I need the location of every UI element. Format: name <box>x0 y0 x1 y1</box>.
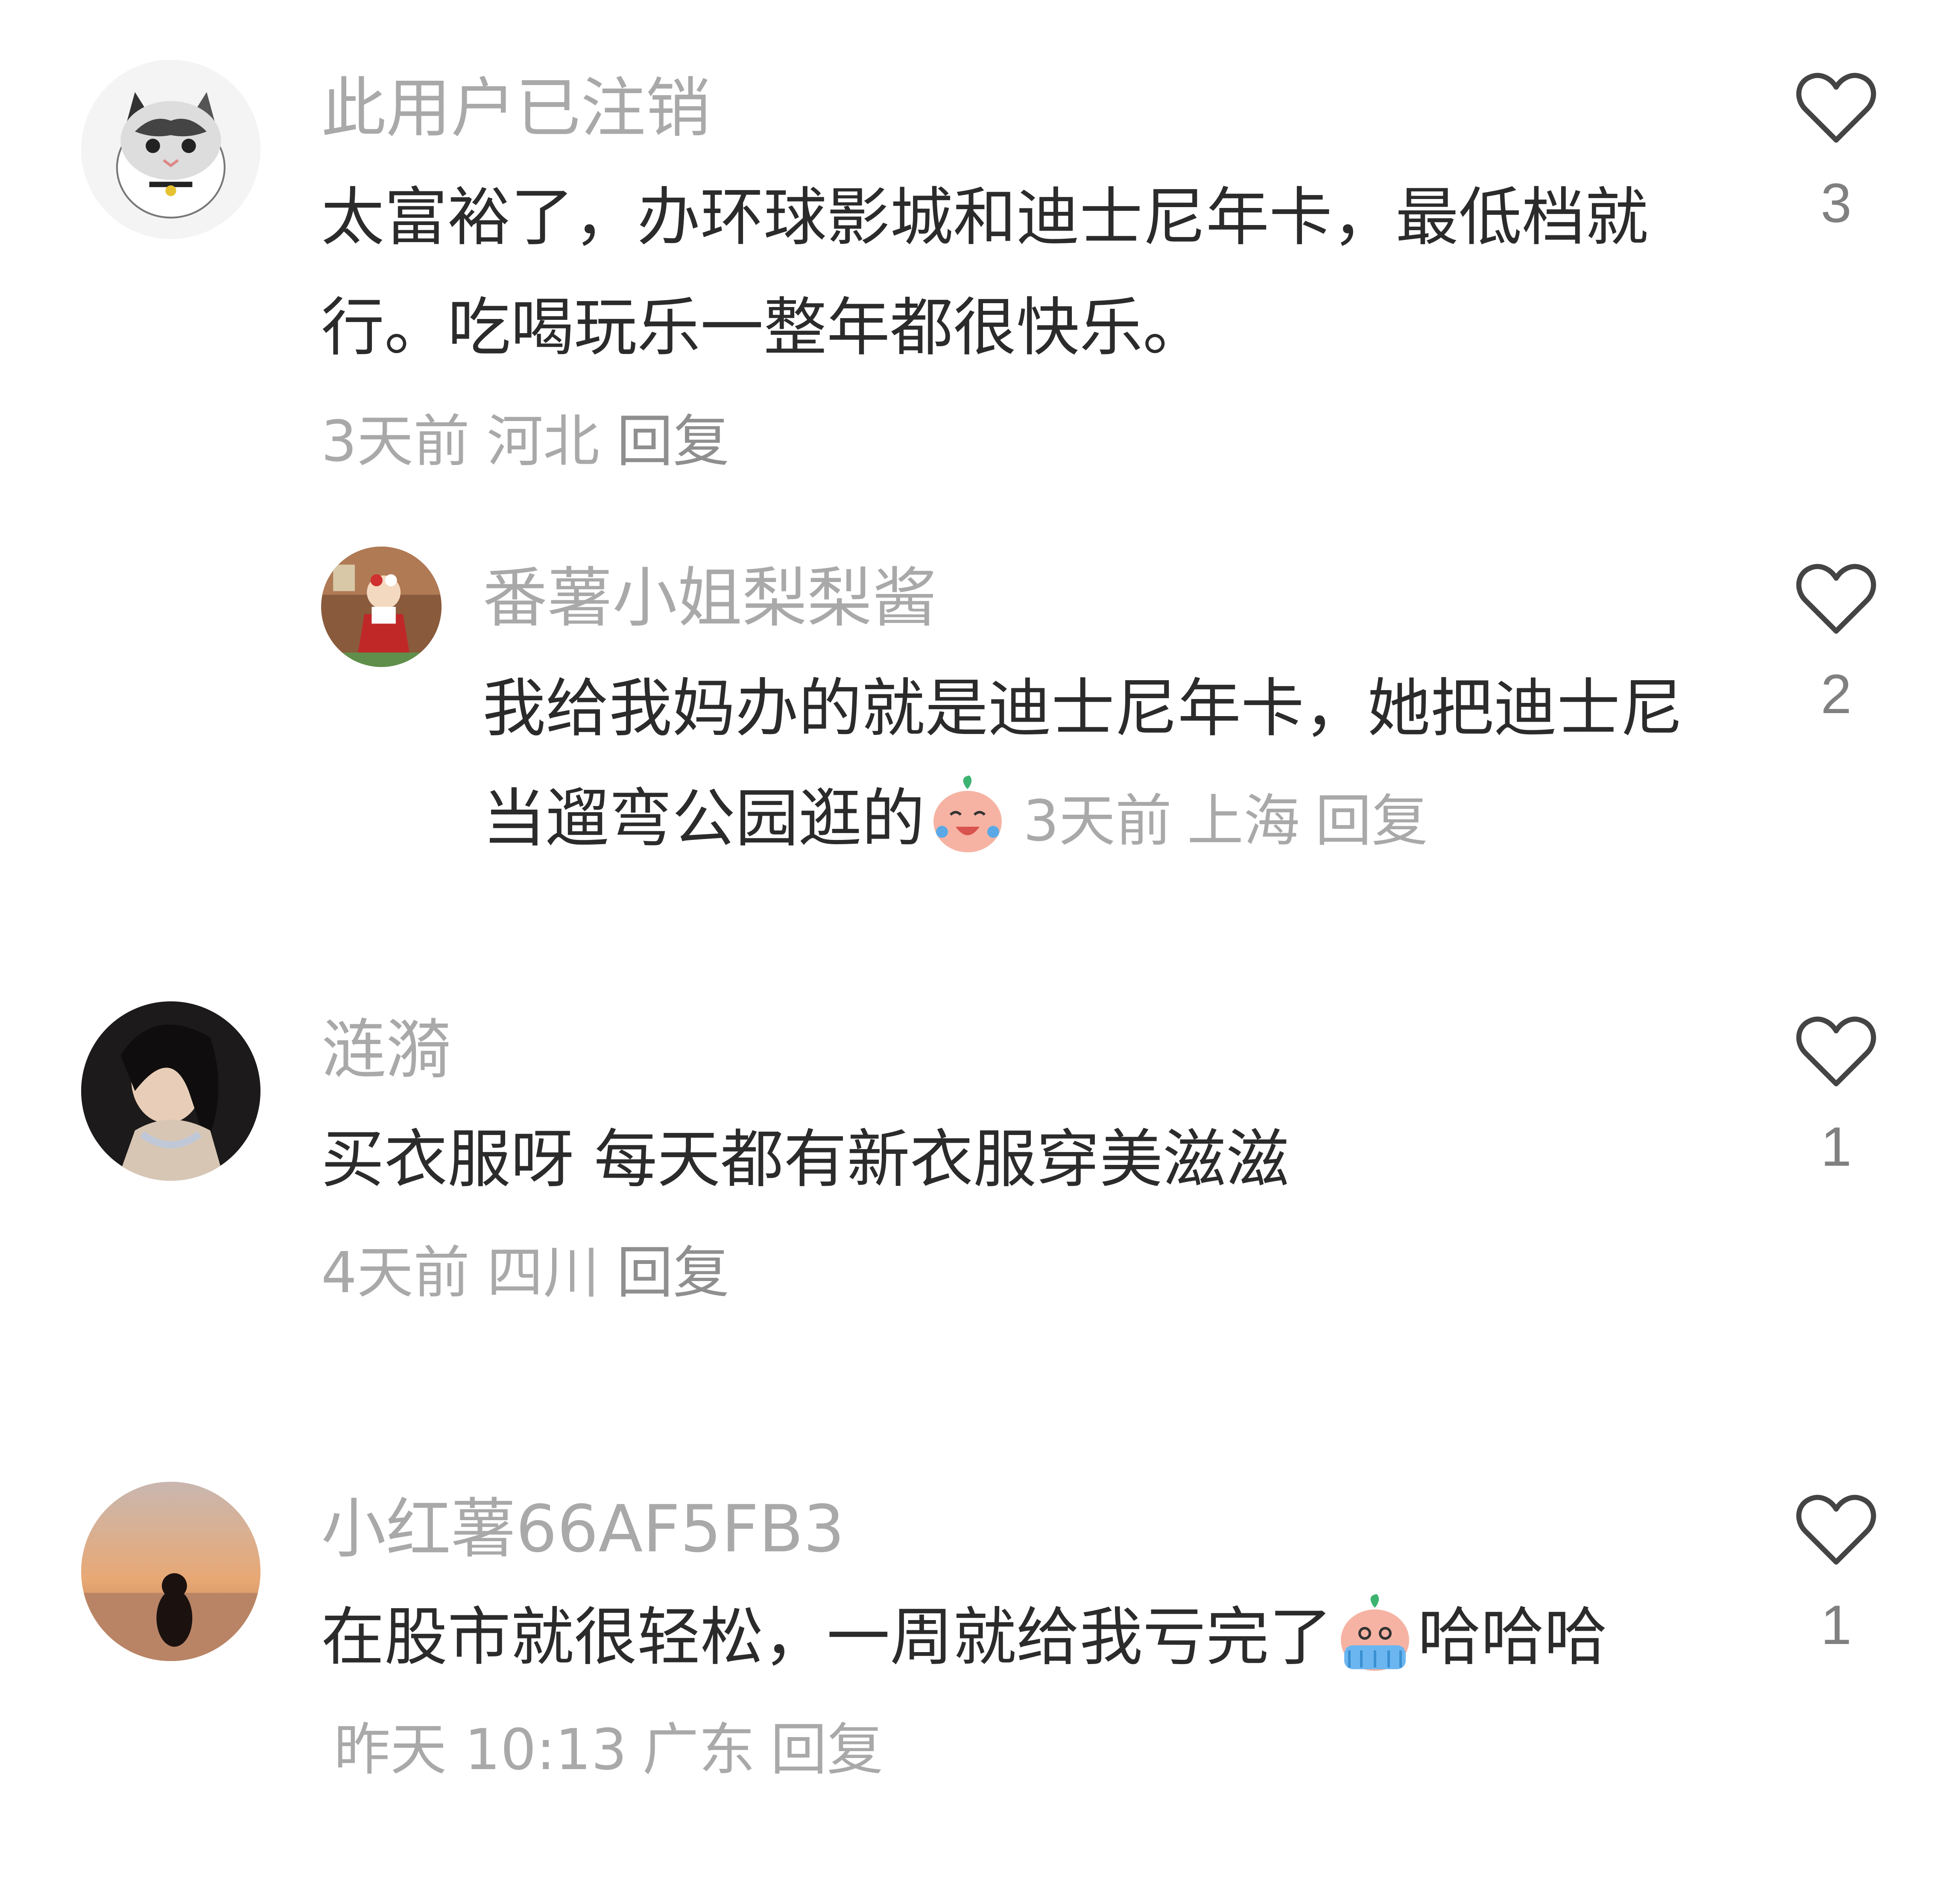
comment-time: 昨天 10:13 <box>334 1717 627 1783</box>
comment-text: 太富裕了，办环球影城和迪士尼年卡，最低档就行。吃喝玩乐一整年都很快乐。 <box>321 181 1648 364</box>
comment-time: 3天前 <box>1023 788 1172 854</box>
reply-button[interactable]: 回复 <box>617 1240 729 1306</box>
comment-author[interactable]: 涟漪 <box>321 1018 451 1082</box>
comment-author[interactable]: 小红薯66AF5FB3 <box>321 1497 845 1562</box>
sunset-avatar[interactable] <box>81 1482 260 1661</box>
comment-author[interactable]: 此用户已注销 <box>321 76 711 141</box>
comment-location: 广东 <box>642 1717 755 1783</box>
heart-icon <box>1796 73 1876 143</box>
comment-location: 河北 <box>486 409 600 474</box>
heart-icon <box>1796 564 1876 634</box>
comment-time: 3天前 <box>321 409 470 474</box>
comment-text: 我给我妈办的就是迪士尼年卡，她把迪士尼当遛弯公园逛的 3天前 上海 回复 <box>483 653 1700 876</box>
comment-meta: 昨天 10:13 广东 回复 <box>334 1717 898 1783</box>
like-count: 3 <box>1820 172 1852 234</box>
like-button[interactable]: 1 <box>1793 1490 1879 1653</box>
like-button[interactable]: 1 <box>1793 1012 1879 1174</box>
comment-meta: 4天前 四川 回复 <box>321 1245 746 1301</box>
comment-author[interactable]: 番薯小姐梨梨酱 <box>483 566 937 631</box>
like-count: 1 <box>1820 1115 1852 1178</box>
like-button[interactable]: 2 <box>1793 559 1879 722</box>
comment-text-tail: 哈哈哈 <box>1418 1600 1607 1674</box>
comment-time: 4天前 <box>321 1240 470 1306</box>
laughing-crying-emoji <box>925 772 1010 857</box>
comment-text: 买衣服呀 每天都有新衣服穿美滋滋 <box>321 1123 1290 1196</box>
like-button[interactable]: 3 <box>1793 68 1879 231</box>
comment-text-content: 在股市就很轻松，一周就给我亏完了 <box>321 1600 1332 1674</box>
comment-meta: 3天前 上海 回复 <box>1023 788 1443 854</box>
comment-location: 上海 <box>1187 788 1300 854</box>
cat-avatar[interactable] <box>81 60 260 239</box>
reply-button[interactable]: 回复 <box>770 1717 883 1783</box>
game-character-avatar[interactable] <box>321 547 442 667</box>
like-count: 2 <box>1820 663 1852 725</box>
reply-button[interactable]: 回复 <box>617 409 729 474</box>
heart-icon <box>1796 1495 1876 1565</box>
comment-text: 在股市就很轻松，一周就给我亏完了 哈哈哈昨天 10:13 广东 回复 <box>321 1582 1696 1805</box>
reply-button[interactable]: 回复 <box>1315 788 1428 854</box>
crying-emoji <box>1332 1591 1418 1676</box>
comment-location: 四川 <box>486 1240 600 1306</box>
heart-icon <box>1796 1016 1876 1086</box>
woman-portrait-avatar[interactable] <box>81 1001 260 1181</box>
like-count: 1 <box>1820 1594 1852 1656</box>
comment-meta: 3天前 河北 回复 <box>321 413 746 470</box>
